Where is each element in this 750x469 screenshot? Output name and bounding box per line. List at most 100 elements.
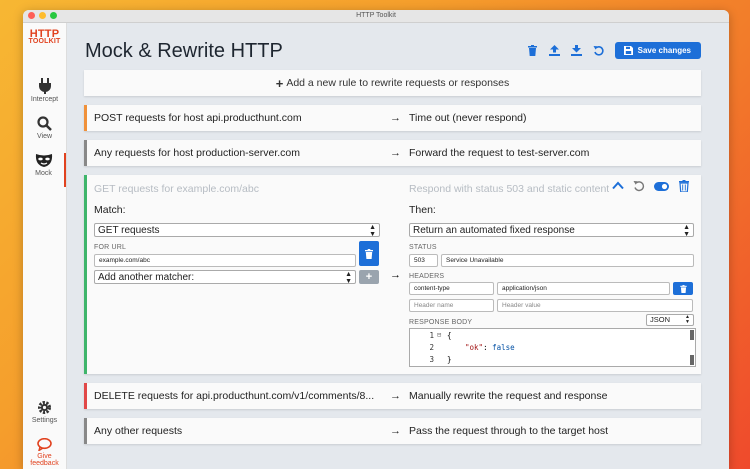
updown-icon: ▲ ▼ (685, 314, 690, 325)
window-controls (28, 12, 57, 19)
plus-icon: + (365, 271, 373, 283)
sidebar-item-view[interactable]: View (23, 116, 66, 140)
updown-icon: ▲ ▼ (683, 224, 690, 238)
updown-icon: ▲ ▼ (345, 271, 352, 285)
minimize-window-button[interactable] (39, 12, 46, 19)
toolbar: Save changes (527, 42, 701, 59)
match-heading: Match: (94, 204, 126, 216)
rule-match-summary: DELETE requests for api.producthunt.com/… (94, 390, 375, 402)
rule-row[interactable]: Any other requests → Pass the request th… (84, 418, 701, 444)
feedback-line1: Give (37, 453, 52, 460)
arrow-right-icon: → (390, 269, 401, 281)
editor-scrollbar[interactable] (690, 355, 694, 365)
headers-label: HEADERS (409, 273, 445, 280)
sidebar-item-mock[interactable]: Mock (23, 153, 66, 187)
sidebar-item-settings[interactable]: Settings (23, 400, 66, 424)
rule-row[interactable]: Any requests for host production-server.… (84, 140, 701, 166)
code-value: false (492, 343, 515, 352)
for-url-label: FOR URL (94, 244, 127, 251)
gear-icon (38, 401, 51, 414)
add-rule-button[interactable]: + Add a new rule to rewrite requests or … (84, 70, 701, 96)
sidebar: HTTP TOOLKIT Intercept View Mock Setting… (23, 23, 67, 469)
response-body-label: RESPONSE BODY (409, 319, 473, 326)
code-brace-open: { (447, 331, 452, 340)
rules-list: + Add a new rule to rewrite requests or … (84, 70, 701, 453)
url-input-value: example.com/abc (99, 257, 150, 264)
rule-match-summary: Any requests for host production-server.… (94, 147, 301, 159)
save-changes-button[interactable]: Save changes (614, 42, 701, 59)
delete-matcher-button[interactable] (359, 241, 379, 266)
app-logo[interactable]: HTTP TOOLKIT (25, 28, 64, 46)
save-changes-label: Save changes (637, 46, 691, 55)
maximize-window-button[interactable] (50, 12, 57, 19)
body-format-value: JSON (650, 315, 671, 324)
toggle-on-icon (654, 182, 669, 191)
editor-scrollbar[interactable] (690, 330, 694, 340)
add-rule-label: Add a new rule to rewrite requests or re… (286, 77, 510, 89)
sidebar-item-label: Settings (31, 417, 58, 424)
header-value-value: application/json (502, 285, 547, 292)
upload-button[interactable] (549, 45, 561, 57)
trash-icon (528, 45, 538, 56)
add-matcher-value: Add another matcher: (98, 272, 195, 283)
toggle-rule-switch[interactable] (654, 182, 669, 194)
rule-match-summary: Any other requests (94, 425, 183, 437)
trash-icon (365, 248, 373, 259)
rule-action-summary: Forward the request to test-server.com (409, 147, 590, 159)
delete-all-button[interactable] (527, 45, 539, 57)
search-icon (37, 116, 52, 131)
rule-match-summary: GET requests for example.com/abc (94, 183, 259, 195)
add-matcher-button[interactable]: + (359, 270, 379, 284)
rule-row[interactable]: DELETE requests for api.producthunt.com/… (84, 383, 701, 409)
status-label: STATUS (409, 244, 437, 251)
response-body-editor[interactable]: 1 2 3 ⊟ { "ok": false } (409, 328, 696, 367)
rule-row[interactable]: POST requests for host api.producthunt.c… (84, 105, 701, 131)
reset-rule-button[interactable] (633, 180, 645, 195)
download-button[interactable] (571, 45, 583, 57)
delete-header-button[interactable] (673, 282, 693, 295)
rule-action-summary: Respond with status 503 and static conte… (409, 183, 609, 195)
save-icon (623, 46, 633, 55)
new-header-name-input[interactable]: Header name (409, 299, 494, 312)
plus-icon: + (275, 75, 284, 91)
sidebar-item-label: View (36, 133, 53, 140)
close-window-button[interactable] (28, 12, 35, 19)
fold-icon[interactable]: ⊟ (437, 331, 441, 339)
trash-icon (679, 180, 689, 193)
code-colon: : (483, 343, 493, 352)
status-code-value: 503 (414, 257, 425, 264)
sidebar-item-feedback[interactable]: Give feedback (23, 438, 66, 467)
arrow-right-icon: → (390, 390, 401, 402)
arrow-right-icon: → (390, 147, 401, 159)
app-window: HTTP Toolkit HTTP TOOLKIT Intercept View (23, 10, 729, 469)
undo-icon (633, 181, 645, 192)
logo-line1: HTTP (29, 28, 60, 40)
action-select[interactable]: Return an automated fixed response ▲ ▼ (409, 223, 694, 238)
collapse-rule-button[interactable] (612, 181, 624, 193)
line-number: 3 (429, 355, 434, 364)
download-icon (571, 45, 583, 56)
sidebar-item-intercept[interactable]: Intercept (23, 78, 66, 103)
url-input[interactable]: example.com/abc (94, 254, 356, 267)
revert-button[interactable] (593, 45, 605, 57)
logo-line2: TOOLKIT (28, 38, 61, 45)
delete-rule-button[interactable] (679, 180, 689, 195)
code-brace-close: } (447, 355, 452, 364)
body-format-select[interactable]: JSON ▲ ▼ (646, 314, 694, 326)
status-code-input[interactable]: 503 (409, 254, 438, 267)
status-message-input[interactable]: Service Unavailable (441, 254, 694, 267)
method-select-value: GET requests (98, 225, 160, 236)
page-title: Mock & Rewrite HTTP (85, 40, 283, 62)
main-panel: Mock & Rewrite HTTP Save changes + Add a… (67, 23, 729, 469)
add-matcher-select[interactable]: Add another matcher: ▲ ▼ (94, 270, 356, 285)
status-message-value: Service Unavailable (446, 257, 504, 264)
arrow-right-icon: → (390, 112, 401, 124)
header-value-input[interactable]: application/json (497, 282, 670, 295)
trash-icon (679, 284, 687, 293)
updown-icon: ▲ ▼ (369, 224, 376, 238)
rule-match-summary: POST requests for host api.producthunt.c… (94, 112, 302, 124)
method-select[interactable]: GET requests ▲ ▼ (94, 223, 380, 238)
action-select-value: Return an automated fixed response (413, 225, 575, 236)
header-name-input[interactable]: content-type (409, 282, 494, 295)
new-header-value-input[interactable]: Header value (497, 299, 693, 312)
